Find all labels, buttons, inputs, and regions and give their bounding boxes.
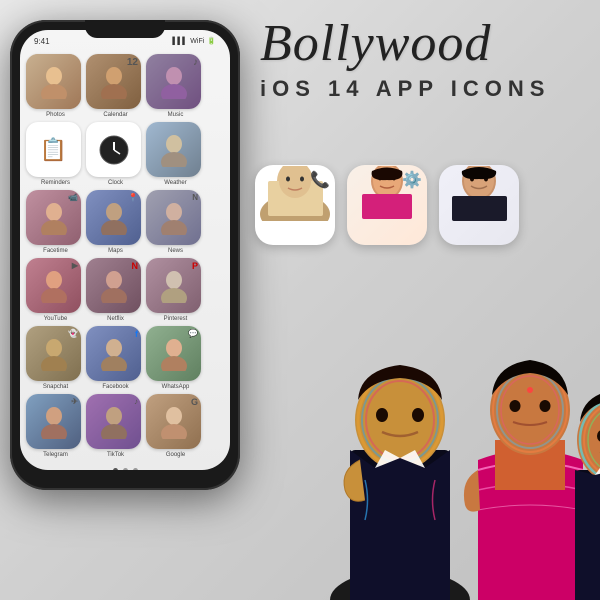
netflix-label: Netflix [88, 316, 143, 322]
app-google[interactable]: G [146, 394, 201, 449]
app-netflix[interactable]: N [86, 258, 141, 313]
maps-label: Maps [88, 248, 143, 254]
calendar-label: Calendar [88, 112, 143, 118]
app-news[interactable]: N [146, 190, 201, 245]
tiktok-label: TikTok [88, 452, 143, 458]
bottom-illustration [290, 310, 600, 600]
app-telegram[interactable]: ✈ [26, 394, 81, 449]
app-row-4: ▶ N P [26, 258, 224, 313]
app-whatsapp[interactable]: 💬 [146, 326, 201, 381]
app-youtube[interactable]: ▶ [26, 258, 81, 313]
app-face [86, 394, 141, 449]
status-time: 9:41 [34, 37, 50, 46]
sample-icon-1[interactable]: 📞 [255, 165, 335, 245]
app-face: 📋 [26, 122, 81, 177]
app-facetime[interactable]: 📹 [26, 190, 81, 245]
app-weather[interactable] [146, 122, 201, 177]
settings-symbol: ⚙️ [402, 170, 422, 190]
news-symbol: N [192, 193, 198, 202]
app-photos[interactable] [26, 54, 81, 109]
app-row-5: 👻 f 💬 [26, 326, 224, 381]
right-panel: Bollywood iOS 14 APP ICONS 📞 [230, 0, 600, 600]
app-calendar[interactable]: 12 [86, 54, 141, 109]
telegram-symbol: ✈ [71, 397, 78, 406]
row-4-labels: YouTube Netflix Pinterest [26, 316, 224, 322]
facebook-symbol: f [135, 329, 138, 339]
app-face [26, 54, 81, 109]
snapchat-label: Snapchat [28, 384, 83, 390]
dot-3 [133, 468, 138, 470]
phone-body: 9:41 ▌▌▌ WiFi 🔋 [10, 20, 240, 490]
facetime-label: Facetime [28, 248, 83, 254]
reminders-label: Reminders [28, 180, 83, 186]
app-clock[interactable] [86, 122, 141, 177]
sample-icons-row: 📞 ⚙️ [255, 165, 519, 245]
app-row-6: ✈ ♪ G [26, 394, 224, 449]
google-label: Google [148, 452, 203, 458]
telegram-label: Telegram [28, 452, 83, 458]
facetime-symbol: 📹 [68, 193, 78, 202]
phone-mockup: 9:41 ▌▌▌ WiFi 🔋 [10, 20, 240, 490]
sample-icon-3[interactable] [439, 165, 519, 245]
row-1-labels: Photos Calendar Music [26, 112, 224, 118]
status-icons: ▌▌▌ WiFi 🔋 [172, 37, 216, 45]
phone-symbol: 📞 [310, 170, 330, 190]
title-area: Bollywood iOS 14 APP ICONS [260, 18, 590, 102]
pinterest-symbol: P [192, 261, 198, 271]
photos-label: Photos [28, 112, 83, 118]
app-grid: 12 ♪ Photos Calendar Music [20, 52, 230, 464]
maps-symbol: 📍 [128, 193, 138, 202]
app-reminders[interactable]: 📋 [26, 122, 81, 177]
signal-icon: ▌▌▌ [172, 38, 187, 45]
app-pinterest[interactable]: P [146, 258, 201, 313]
whatsapp-symbol: 💬 [188, 329, 198, 338]
news-label: News [148, 248, 203, 254]
app-row-3: 📹 📍 N [26, 190, 224, 245]
dot-1 [113, 468, 118, 470]
music-label: Music [148, 112, 203, 118]
calendar-symbol: 12 [127, 57, 138, 68]
dot-2 [123, 468, 128, 470]
bollywood-illustration [320, 320, 600, 600]
app-row-2: 📋 [26, 122, 224, 177]
pinterest-label: Pinterest [148, 316, 203, 322]
app-snapchat[interactable]: 👻 [26, 326, 81, 381]
main-title: Bollywood [260, 18, 590, 70]
music-symbol: ♪ [193, 57, 198, 68]
snapchat-symbol: 👻 [68, 329, 78, 338]
sample-icon-2[interactable]: ⚙️ [347, 165, 427, 245]
row-3-labels: Facetime Maps News [26, 248, 224, 254]
app-face [86, 122, 141, 177]
app-music[interactable]: ♪ [146, 54, 201, 109]
facebook-label: Facebook [88, 384, 143, 390]
tiktok-symbol: ♪ [134, 397, 138, 406]
youtube-symbol: ▶ [72, 261, 78, 270]
wifi-icon: WiFi [190, 38, 204, 45]
youtube-label: YouTube [28, 316, 83, 322]
subtitle: iOS 14 APP ICONS [260, 76, 590, 102]
app-facebook[interactable]: f [86, 326, 141, 381]
google-symbol: G [191, 397, 198, 407]
netflix-symbol: N [132, 261, 139, 271]
weather-label: Weather [148, 180, 203, 186]
app-tiktok[interactable]: ♪ [86, 394, 141, 449]
app-face [86, 326, 141, 381]
app-face [146, 122, 201, 177]
app-row-1: 12 ♪ [26, 54, 224, 109]
icon-face-3 [439, 165, 519, 221]
phone-screen: 9:41 ▌▌▌ WiFi 🔋 [20, 30, 230, 470]
row-2-labels: Reminders Clock Weather [26, 180, 224, 186]
row-5-labels: Snapchat Facebook WhatsApp [26, 384, 224, 390]
clock-label: Clock [88, 180, 143, 186]
figure-amitabh [330, 365, 470, 600]
phone-notch [85, 20, 165, 38]
row-6-labels: Telegram TikTok Google [26, 452, 224, 458]
whatsapp-label: WhatsApp [148, 384, 203, 390]
page-dots [20, 464, 230, 470]
app-maps[interactable]: 📍 [86, 190, 141, 245]
battery-icon: 🔋 [207, 37, 216, 45]
